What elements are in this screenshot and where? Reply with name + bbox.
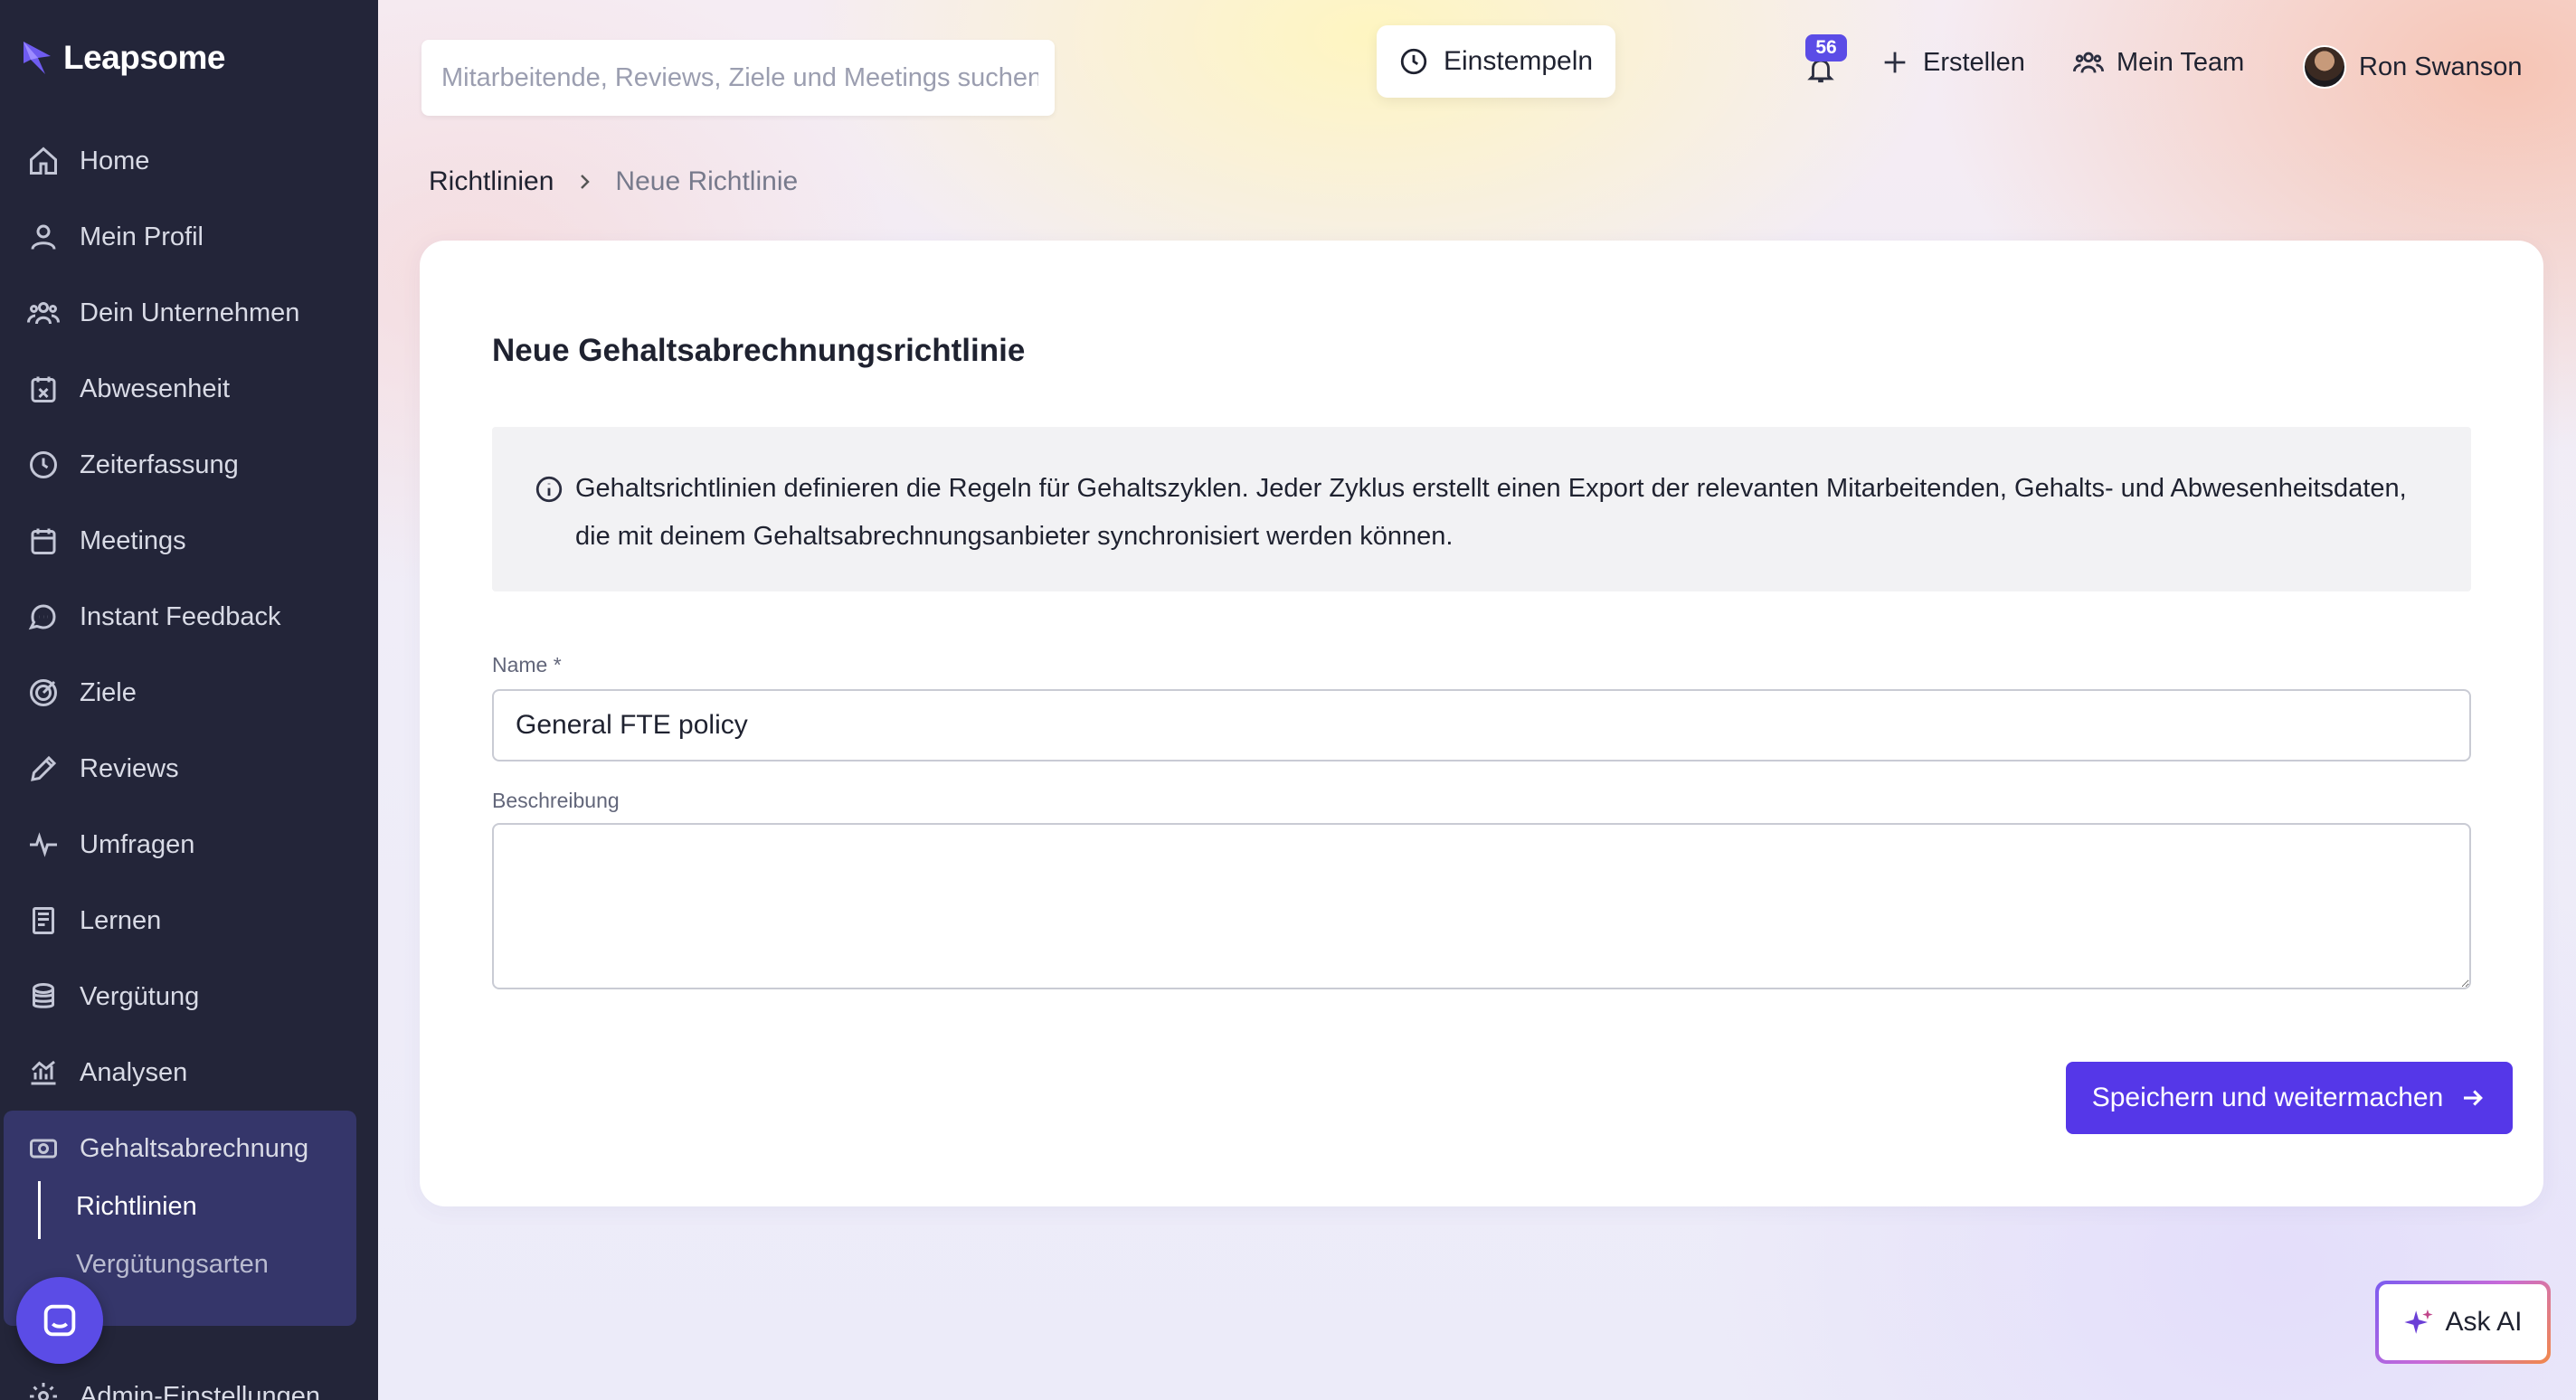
sidebar-item-surveys[interactable]: Umfragen <box>0 807 378 883</box>
team-icon <box>2073 52 2104 73</box>
arrow-right-icon <box>2464 1090 2484 1106</box>
sidebar-item-goals[interactable]: Ziele <box>0 655 378 731</box>
book-icon <box>33 907 54 934</box>
name-label: Name * <box>492 653 562 676</box>
chart-icon <box>31 1060 56 1085</box>
sidebar-item-absence[interactable]: Abwesenheit <box>0 351 378 427</box>
money-icon <box>30 1139 57 1159</box>
user-menu[interactable]: Ron Swanson <box>2303 45 2523 89</box>
sidebar-subitem-policies[interactable]: Richtlinien <box>76 1192 197 1222</box>
chat-icon <box>28 604 56 630</box>
sidebar-item-label: Vergütung <box>80 981 200 1011</box>
ask-ai-label: Ask AI <box>2445 1307 2523 1337</box>
clock-in-label: Einstempeln <box>1444 46 1594 76</box>
sidebar-item-label: Dein Unternehmen <box>80 298 300 327</box>
brand-name: Leapsome <box>63 39 226 76</box>
sidebar-item-home[interactable]: Home <box>0 123 378 199</box>
gear-icon <box>30 1383 57 1400</box>
sidebar-item-admin-settings[interactable]: Admin-Einstellungen <box>0 1358 320 1400</box>
global-search[interactable] <box>421 40 1055 116</box>
notification-count-badge: 56 <box>1805 34 1847 61</box>
search-input[interactable] <box>441 62 1038 93</box>
clock-in-button[interactable]: Einstempeln <box>1377 25 1615 98</box>
sidebar-item-label: Analysen <box>80 1057 188 1087</box>
sidebar-item-compensation[interactable]: Vergütung <box>0 959 378 1035</box>
sidebar-nav: Home Mein Profil Dein Unternehmen Abwese… <box>0 123 378 1111</box>
sidebar-item-learning[interactable]: Lernen <box>0 883 378 959</box>
sidebar-subitem-pay-types[interactable]: Vergütungsarten <box>76 1250 269 1280</box>
calendar-x-icon <box>31 376 56 402</box>
sidebar-item-label: Mein Profil <box>80 222 204 251</box>
info-icon <box>535 476 563 503</box>
ask-ai-inner: Ask AI <box>2379 1284 2547 1360</box>
description-label: Beschreibung <box>492 789 620 812</box>
sidebar-item-label: Abwesenheit <box>80 374 231 403</box>
breadcrumb: Richtlinien Neue Richtlinie <box>429 166 798 197</box>
sidebar-item-label: Home <box>80 146 150 175</box>
chevron-right-icon <box>581 175 591 189</box>
sidebar-item-label: Lernen <box>80 905 162 935</box>
logo[interactable]: Leapsome <box>20 36 226 80</box>
support-chat-button[interactable] <box>16 1277 103 1364</box>
sidebar-item-company[interactable]: Dein Unternehmen <box>0 275 378 351</box>
sidebar-item-time-tracking[interactable]: Zeiterfassung <box>0 427 378 503</box>
save-label: Speichern und weitermachen <box>2091 1083 2444 1112</box>
sidebar-item-instant-feedback[interactable]: Instant Feedback <box>0 579 378 655</box>
plus-icon <box>1884 52 1906 73</box>
sidebar-item-payroll[interactable]: Gehaltsabrechnung <box>4 1111 356 1187</box>
main-content: Einstempeln 56 Erstellen Mein Team Ron S… <box>378 0 2576 1400</box>
sidebar-item-label: Gehaltsabrechnung <box>80 1133 309 1163</box>
name-field[interactable] <box>492 689 2471 761</box>
sidebar-item-label: Admin-Einstellungen <box>80 1381 320 1400</box>
clock-icon <box>30 451 57 478</box>
avatar <box>2303 45 2346 89</box>
pulse-icon <box>30 832 57 857</box>
coins-icon <box>33 983 54 1008</box>
user-icon <box>31 224 56 250</box>
sidebar-item-profile[interactable]: Mein Profil <box>0 199 378 275</box>
page-title: Neue Gehaltsabrechnungsrichtlinie <box>492 333 1026 368</box>
users-icon <box>27 302 60 325</box>
sidebar: Leapsome Home Mein Profil Dein Unternehm… <box>0 0 378 1400</box>
breadcrumb-parent-link[interactable]: Richtlinien <box>429 166 554 197</box>
sidebar-item-label: Umfragen <box>80 829 195 859</box>
save-and-continue-button[interactable]: Speichern und weitermachen <box>2066 1062 2513 1134</box>
sidebar-item-meetings[interactable]: Meetings <box>0 503 378 579</box>
leapsome-logo-icon <box>24 42 51 74</box>
info-text: Gehaltsrichtlinien definieren die Regeln… <box>575 474 2407 551</box>
active-indicator <box>38 1181 41 1239</box>
ask-ai-button[interactable]: Ask AI <box>2375 1281 2551 1364</box>
chat-widget-icon <box>43 1304 76 1337</box>
sidebar-item-label: Zeiterfassung <box>80 449 239 479</box>
sidebar-item-label: Meetings <box>80 525 186 555</box>
description-field[interactable] <box>492 823 2471 989</box>
calendar-icon <box>31 528 56 554</box>
sparkle-icon <box>2404 1309 2434 1334</box>
target-icon <box>30 679 57 706</box>
clock-icon <box>1400 48 1427 75</box>
sidebar-item-reviews[interactable]: Reviews <box>0 731 378 807</box>
breadcrumb-current: Neue Richtlinie <box>615 166 799 196</box>
create-label: Erstellen <box>1923 47 2025 77</box>
sidebar-item-label: Instant Feedback <box>80 601 281 631</box>
policy-form-card: Neue Gehaltsabrechnungsrichtlinie Gehalt… <box>420 241 2543 1206</box>
user-name: Ron Swanson <box>2359 52 2523 81</box>
my-team-button[interactable]: Mein Team <box>2073 47 2244 78</box>
my-team-label: Mein Team <box>2117 47 2245 77</box>
home-icon <box>30 147 57 175</box>
create-button[interactable]: Erstellen <box>1880 47 2025 78</box>
sidebar-item-label: Ziele <box>80 677 137 707</box>
pencil-icon <box>31 755 57 781</box>
info-notice: Gehaltsrichtlinien definieren die Regeln… <box>492 427 2471 591</box>
sidebar-item-label: Reviews <box>80 753 179 783</box>
sidebar-item-analytics[interactable]: Analysen <box>0 1035 378 1111</box>
